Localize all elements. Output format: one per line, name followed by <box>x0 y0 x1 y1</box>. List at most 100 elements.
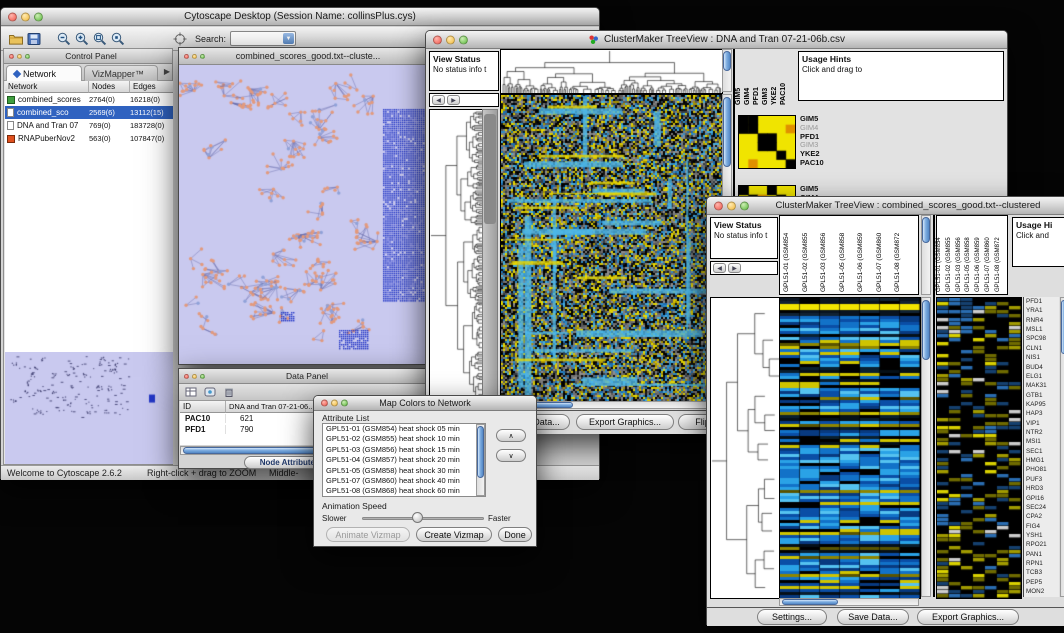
secondary-heatmap-canvas[interactable] <box>936 297 1022 599</box>
tab-network[interactable]: Network <box>6 65 82 81</box>
network-row[interactable]: combined_sco2569(6)13112(15) <box>5 106 173 119</box>
move-down-button[interactable]: ∨ <box>496 449 526 462</box>
zoom-button[interactable] <box>740 201 749 210</box>
control-panel-titlebar[interactable]: Control Panel <box>4 49 172 64</box>
matrix-column-labels: GIM5GIM4PFD1GIM3YKE2PAC10 <box>736 49 796 107</box>
scrollbar-thumb[interactable] <box>183 447 333 454</box>
nav-right-icon[interactable]: ▶ <box>728 263 741 273</box>
zoom-selected-icon[interactable] <box>109 30 127 48</box>
close-button[interactable] <box>433 35 442 44</box>
scrollbar-thumb[interactable] <box>922 217 930 243</box>
nav-left-icon[interactable]: ◀ <box>432 95 445 105</box>
attribute-list-item[interactable]: GPL51-02 (GSM855) heat shock 10 min <box>323 434 485 444</box>
done-button[interactable]: Done <box>498 527 532 542</box>
zoom-in-icon[interactable] <box>73 30 91 48</box>
minimize-icon[interactable] <box>192 374 197 379</box>
network-table: combined_scores2764(0)16218(0)combined_s… <box>5 93 173 145</box>
slider-thumb[interactable] <box>412 512 423 523</box>
close-button[interactable] <box>321 400 328 407</box>
main-titlebar[interactable]: Cytoscape Desktop (Session Name: collins… <box>1 8 599 26</box>
minimize-button[interactable] <box>727 201 736 210</box>
column-header-network[interactable]: Network <box>5 81 89 93</box>
data-panel-titlebar[interactable]: Data Panel <box>179 369 429 384</box>
heatmap-vscrollbar[interactable] <box>921 297 931 597</box>
minimize-icon[interactable] <box>192 54 197 59</box>
attribute-list-item[interactable]: GPL51-08 (GSM868) heat shock 60 min <box>323 486 485 496</box>
column-header-nodes[interactable]: Nodes <box>89 81 130 93</box>
close-button[interactable] <box>714 201 723 210</box>
close-icon[interactable] <box>184 374 189 379</box>
minimize-icon[interactable] <box>17 54 22 59</box>
zoom-button[interactable] <box>341 400 348 407</box>
global-vscrollbar[interactable] <box>722 49 732 92</box>
attribute-list-item[interactable]: GPL51-05 (GSM858) heat shock 30 min <box>323 466 485 476</box>
move-up-button[interactable]: ∧ <box>496 429 526 442</box>
row-scroll-strip[interactable] <box>482 109 498 401</box>
create-vizmap-button[interactable]: Create Vizmap <box>416 527 492 542</box>
zoom-fit-icon[interactable] <box>91 30 109 48</box>
network-view-titlebar[interactable]: combined_scores_good.txt--cluste... <box>179 48 431 65</box>
attribute-list-vscrollbar[interactable] <box>476 424 485 496</box>
select-attributes-icon[interactable] <box>184 385 198 399</box>
zoom-button[interactable] <box>459 35 468 44</box>
close-icon[interactable] <box>184 54 189 59</box>
animation-speed-slider[interactable] <box>362 517 484 520</box>
column-header-id[interactable]: ID <box>180 401 226 413</box>
row-dendrogram-canvas[interactable] <box>710 297 780 599</box>
search-input[interactable]: ▼ <box>230 31 296 46</box>
scrollbar-thumb[interactable] <box>922 300 930 360</box>
column-header-edges[interactable]: Edges <box>130 81 173 93</box>
scrollbar-thumb[interactable] <box>782 599 838 605</box>
export-graphics-button[interactable]: Export Graphics... <box>917 609 1019 625</box>
zoom-out-icon[interactable] <box>55 30 73 48</box>
save-data-button[interactable]: Save Data... <box>837 609 909 625</box>
minimize-button[interactable] <box>446 35 455 44</box>
tab-scroll-right-icon[interactable]: ▶ <box>164 67 170 76</box>
animate-vizmap-button[interactable]: Animate Vizmap <box>326 527 410 542</box>
gene-list-vscrollbar[interactable] <box>1060 297 1064 597</box>
save-session-icon[interactable] <box>25 30 43 48</box>
settings-button[interactable]: Settings... <box>757 609 827 625</box>
correlation-matrix-1[interactable] <box>738 115 796 169</box>
tab-vizmapper[interactable]: VizMapper™ <box>84 65 158 81</box>
network-canvas[interactable] <box>179 65 431 364</box>
nav-right-icon[interactable]: ▶ <box>447 95 460 105</box>
network-row[interactable]: combined_scores2764(0)16218(0) <box>5 93 173 106</box>
open-session-icon[interactable] <box>7 30 25 48</box>
minimize-button[interactable] <box>331 400 338 407</box>
nav-left-icon[interactable]: ◀ <box>713 263 726 273</box>
network-row[interactable]: RNAPuberNov2563(0)107847(0) <box>5 132 173 145</box>
row-dendrogram-canvas[interactable] <box>429 109 483 403</box>
labels-vscrollbar[interactable] <box>921 215 931 295</box>
close-icon[interactable] <box>9 54 14 59</box>
birds-eye-view[interactable] <box>5 352 173 464</box>
attribute-list-item[interactable]: GPL51-03 (GSM856) heat shock 15 min <box>323 445 485 455</box>
close-button[interactable] <box>8 12 17 21</box>
attribute-list-item[interactable]: GPL51-04 (GSM857) heat shock 20 min <box>323 455 485 465</box>
attribute-list-item[interactable]: GPL51-07 (GSM860) heat shock 40 min <box>323 476 485 486</box>
column-dendrogram-canvas[interactable] <box>500 49 723 94</box>
minimize-button[interactable] <box>21 12 30 21</box>
zoom-button[interactable] <box>34 12 43 21</box>
dialog-titlebar[interactable]: Map Colors to Network <box>314 396 536 411</box>
attribute-list[interactable]: GPL51-01 (GSM854) heat shock 05 minGPL51… <box>322 423 486 497</box>
heatmap-canvas[interactable] <box>779 297 921 599</box>
attribute-list-item[interactable]: GPL51-01 (GSM854) heat shock 05 min <box>323 424 485 434</box>
function-builder-icon[interactable] <box>203 385 217 399</box>
gene-label: KAP95 <box>1026 400 1059 409</box>
trash-icon[interactable] <box>222 385 236 399</box>
network-row[interactable]: DNA and Tran 07769(0)183728(0) <box>5 119 173 132</box>
export-graphics-button[interactable]: Export Graphics... <box>576 414 674 430</box>
usage-hints-title: Usage Hi <box>1016 220 1062 230</box>
crosshair-icon[interactable] <box>171 30 189 48</box>
heatmap-canvas[interactable] <box>500 94 723 402</box>
heatmap-hscrollbar[interactable] <box>779 598 919 606</box>
scrollbar-thumb[interactable] <box>484 114 496 224</box>
scrollbar-thumb[interactable] <box>723 97 731 167</box>
treeview1-titlebar[interactable]: ClusterMaker TreeView : DNA and Tran 07-… <box>426 31 1007 49</box>
treeview2-titlebar[interactable]: ClusterMaker TreeView : combined_scores_… <box>707 197 1064 215</box>
scrollbar-thumb[interactable] <box>477 426 484 478</box>
scrollbar-thumb[interactable] <box>723 51 731 71</box>
search-dropdown-icon[interactable]: ▼ <box>283 33 294 44</box>
treeview1-nav: ◀ ▶ <box>429 93 499 107</box>
